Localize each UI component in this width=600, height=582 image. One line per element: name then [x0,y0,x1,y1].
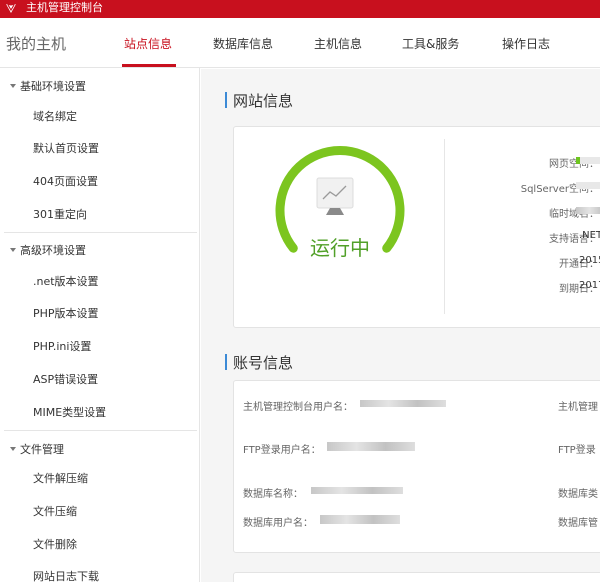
main-nav: 我的主机 站点信息 数据库信息 主机信息 工具&服务 操作日志 [0,18,600,68]
sidebar-item-dotnet-version[interactable]: .net版本设置 [33,273,99,289]
sidebar-item-unzip[interactable]: 文件解压缩 [33,470,88,486]
sidebar-group-basic-env[interactable]: 基础环境设置 [10,78,86,94]
sidebar-item-zip[interactable]: 文件压缩 [33,503,77,519]
languages-value: .NET [579,230,600,241]
ftp-username-value [327,442,415,451]
db-type-label: 数据库类 [558,489,598,500]
sidebar-item-file-delete[interactable]: 文件删除 [33,536,77,552]
db-name-value [311,487,403,494]
sidebar-divider [4,430,197,431]
db-username-label: 数据库用户名： [243,518,313,529]
db-username-value [320,515,400,524]
caret-down-icon [10,248,16,252]
sidebar-item-404-page[interactable]: 404页面设置 [33,173,98,189]
tab-operation-log[interactable]: 操作日志 [502,35,550,52]
sidebar-divider [4,232,197,233]
sqlserver-space-bar [576,182,600,189]
sidebar: 基础环境设置 域名绑定 默认首页设置 404页面设置 301重定向 高级环境设置… [0,68,200,582]
open-date-value: 2015 [579,255,600,266]
main-content: 网站信息 运行中 网页空间： SqlServer空间： 临时域名： 支持语言： … [201,69,600,582]
tab-tools-services[interactable]: 工具&服务 [402,35,459,52]
host-mgmt-label: 主机管理 [558,402,598,413]
running-status: 运行中 [310,236,370,260]
sidebar-item-log-download[interactable]: 网站日志下载 [33,568,99,582]
sidebar-item-mime-type[interactable]: MIME类型设置 [33,404,106,420]
console-username-label: 主机管理控制台用户名： [243,402,353,413]
sidebar-group-label: 高级环境设置 [20,244,86,257]
db-name-label: 数据库名称： [243,489,303,500]
top-bar: 主机管理控制台 [0,0,600,18]
next-section-card [233,572,600,582]
section-title-site-info: 网站信息 [224,92,294,110]
active-tab-indicator [122,64,176,67]
tab-site-info[interactable]: 站点信息 [124,35,172,52]
sidebar-item-php-version[interactable]: PHP版本设置 [33,305,99,321]
ftp-username-label: FTP登录用户名： [243,445,321,456]
console-username-value [360,400,446,407]
tab-database-info[interactable]: 数据库信息 [213,35,273,52]
caret-down-icon [10,84,16,88]
brand-title: 我的主机 [6,35,67,53]
section-title-account-info: 账号信息 [224,354,294,372]
sidebar-group-file-mgmt[interactable]: 文件管理 [10,441,64,457]
account-info-card: 主机管理控制台用户名： 主机管理 FTP登录用户名： FTP登录 数据库名称： … [233,380,600,553]
expire-date-value: 2017 [579,280,600,291]
sidebar-group-label: 基础环境设置 [20,80,86,93]
sidebar-group-label: 文件管理 [20,443,64,456]
sidebar-group-advanced-env[interactable]: 高级环境设置 [10,242,86,258]
card-divider [444,139,445,314]
caret-down-icon [10,447,16,451]
sidebar-item-asp-error[interactable]: ASP错误设置 [33,371,98,387]
temp-domain-value [576,207,600,214]
web-space-bar [576,157,600,164]
sidebar-item-domain-binding[interactable]: 域名绑定 [33,108,77,124]
ftp-login-label: FTP登录 [558,445,596,456]
sidebar-item-301-redirect[interactable]: 301重定向 [33,206,87,222]
chart-monitor-icon [316,177,354,215]
app-title: 主机管理控制台 [26,1,103,14]
chinanet-logo-icon [6,4,16,13]
sidebar-item-php-ini[interactable]: PHP.ini设置 [33,338,91,354]
db-mgmt-label: 数据库管 [558,518,598,529]
site-info-card: 运行中 网页空间： SqlServer空间： 临时域名： 支持语言： .NET … [233,126,600,328]
tab-host-info[interactable]: 主机信息 [314,35,362,52]
sidebar-item-default-page[interactable]: 默认首页设置 [33,140,99,156]
